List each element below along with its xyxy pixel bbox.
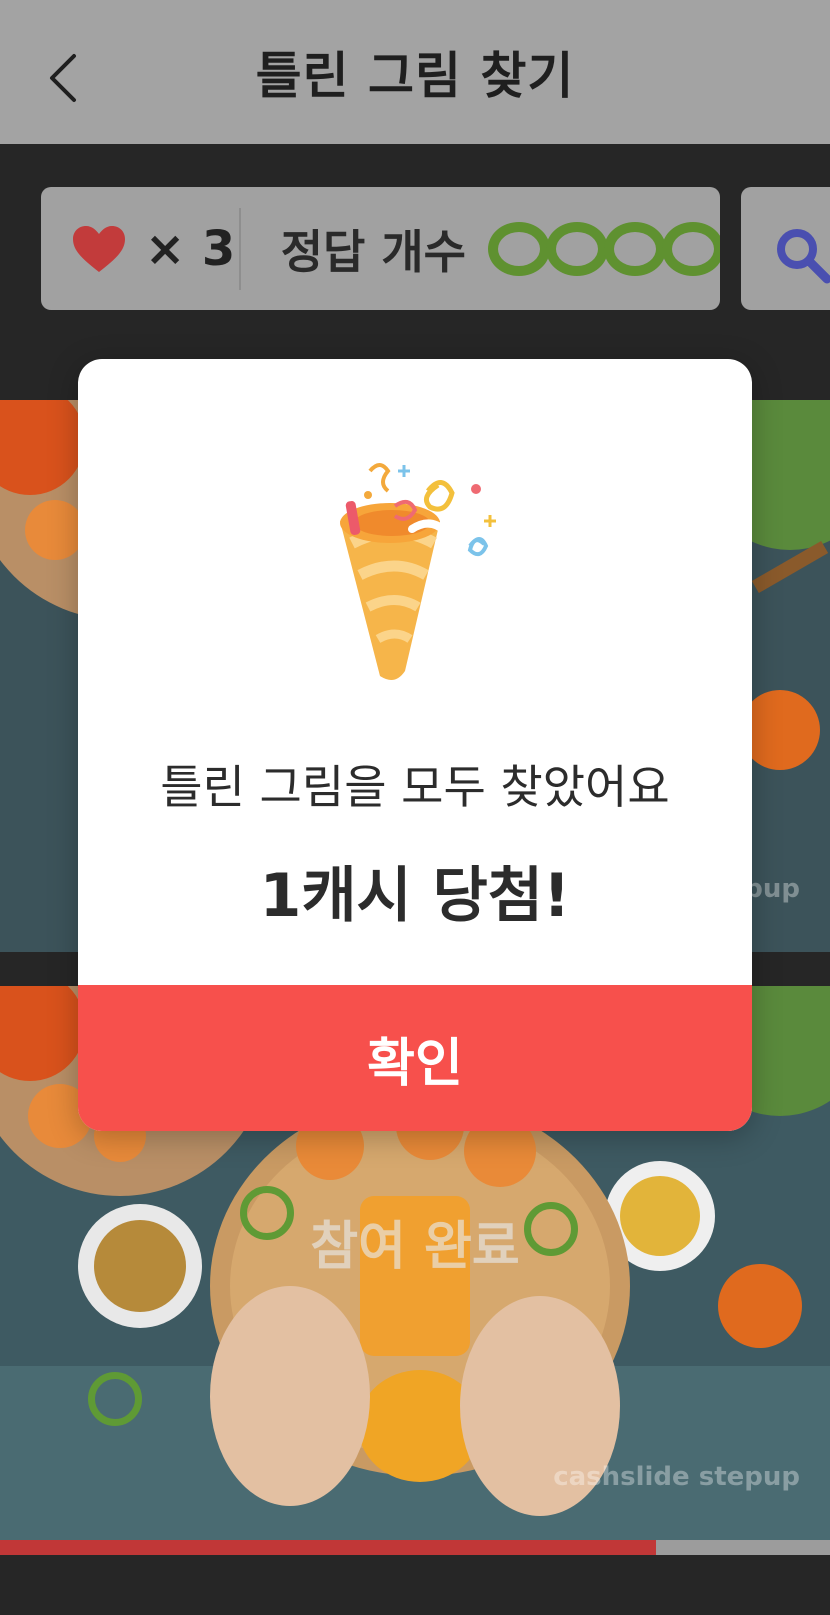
hint-button[interactable] — [741, 187, 830, 310]
game-status-bar: × 3 정답 개수 — [41, 187, 720, 310]
answer-found-indicator — [488, 221, 550, 276]
timer-progress-fill — [0, 1540, 656, 1555]
answer-found-indicator — [546, 221, 608, 276]
app-header: 틀린 그림 찾기 — [0, 0, 830, 144]
timer-progress-bar — [0, 1540, 830, 1555]
answer-found-indicator — [662, 221, 720, 276]
success-dialog: 틀린 그림을 모두 찾았어요 1캐시 당첨! 확인 — [78, 359, 752, 1131]
watermark-bottom: cashslide stepup — [553, 1462, 800, 1492]
answer-found-indicator — [604, 221, 666, 276]
dialog-reward: 1캐시 당첨! — [259, 861, 571, 931]
chevron-left-icon — [50, 54, 76, 102]
page-title: 틀린 그림 찾기 — [255, 47, 575, 105]
found-mark — [88, 1372, 142, 1426]
heart-icon — [73, 225, 125, 272]
completed-label: 참여 완료 — [310, 1217, 520, 1277]
lives-counter: × 3 — [41, 221, 239, 277]
lives-count: × 3 — [145, 220, 236, 277]
answer-count: 정답 개수 — [241, 216, 720, 282]
party-popper-icon — [340, 463, 496, 680]
dialog-message: 틀린 그림을 모두 찾았어요 — [160, 760, 670, 814]
confirm-button[interactable]: 확인 — [78, 985, 752, 1131]
magnifier-icon — [777, 229, 830, 284]
back-button[interactable] — [42, 48, 86, 108]
answer-count-label: 정답 개수 — [280, 224, 466, 279]
watermark-top: pup — [744, 874, 800, 904]
answer-indicators — [488, 221, 720, 276]
